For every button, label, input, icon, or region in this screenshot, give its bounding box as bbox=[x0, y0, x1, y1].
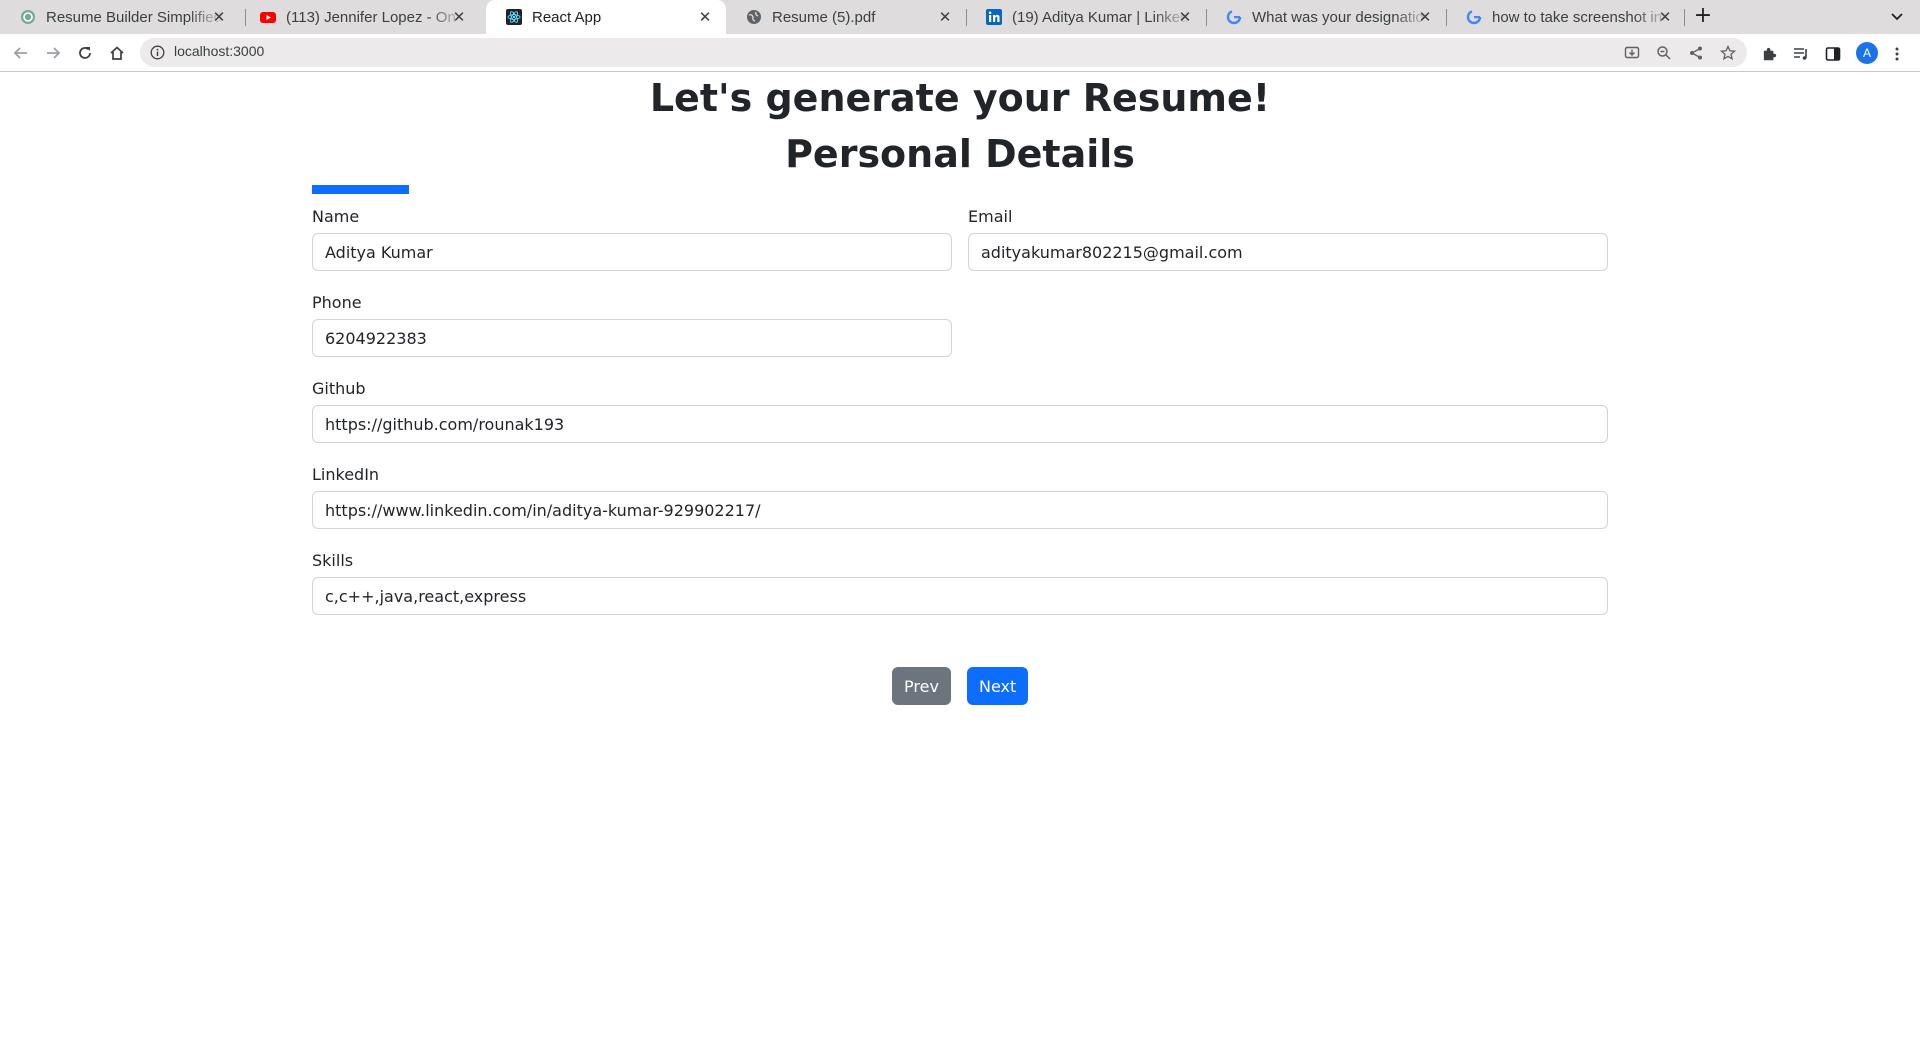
prev-button[interactable]: Prev bbox=[892, 667, 951, 705]
media-queue-icon[interactable] bbox=[1792, 45, 1810, 63]
linkedin-icon bbox=[986, 9, 1002, 25]
github-field: Github bbox=[312, 379, 1608, 443]
google-icon bbox=[1226, 9, 1242, 25]
section-title: Personal Details bbox=[785, 132, 1135, 176]
phone-label: Phone bbox=[312, 293, 362, 312]
address-bar[interactable]: localhost:3000 bbox=[140, 38, 1747, 67]
progress-bar bbox=[312, 185, 1608, 194]
site-info-icon[interactable] bbox=[150, 45, 165, 60]
tab-resume-pdf[interactable]: Resume (5).pdf ✕ bbox=[726, 0, 966, 34]
phone-field: Phone bbox=[312, 293, 952, 357]
name-field: Name bbox=[312, 207, 952, 271]
close-icon[interactable]: ✕ bbox=[211, 8, 227, 26]
skills-input[interactable] bbox=[312, 577, 1608, 615]
linkedin-field: LinkedIn bbox=[312, 465, 1608, 529]
github-input[interactable] bbox=[312, 405, 1608, 443]
name-label: Name bbox=[312, 207, 360, 226]
youtube-icon bbox=[260, 9, 276, 25]
address-text: localhost:3000 bbox=[174, 43, 265, 59]
github-label: Github bbox=[312, 379, 366, 398]
bookmark-star-icon[interactable] bbox=[1720, 45, 1736, 61]
close-icon[interactable]: ✕ bbox=[1177, 8, 1193, 26]
install-app-icon[interactable] bbox=[1624, 45, 1640, 61]
close-icon[interactable]: ✕ bbox=[937, 8, 953, 26]
new-tab-button[interactable]: + bbox=[1691, 5, 1715, 29]
linkedin-input[interactable] bbox=[312, 491, 1608, 529]
back-arrow-icon[interactable] bbox=[11, 43, 31, 63]
email-input[interactable] bbox=[968, 233, 1608, 271]
more-menu-icon[interactable] bbox=[1888, 45, 1906, 63]
linkedin-label: LinkedIn bbox=[312, 465, 380, 484]
extensions-puzzle-icon[interactable] bbox=[1760, 45, 1778, 63]
tab-title: (113) Jennifer Lopez - On bbox=[286, 8, 456, 26]
home-icon[interactable] bbox=[107, 43, 127, 63]
tab-title: Resume Builder Simplified bbox=[46, 8, 222, 26]
close-icon[interactable]: ✕ bbox=[697, 8, 713, 26]
page-heading: Let's generate your Resume! bbox=[649, 76, 1271, 120]
close-icon[interactable]: ✕ bbox=[1657, 8, 1673, 26]
tab-title: Resume (5).pdf bbox=[772, 8, 876, 26]
share-icon[interactable] bbox=[1688, 45, 1704, 61]
google-icon bbox=[1466, 9, 1482, 25]
tab-title: (19) Aditya Kumar | Linked bbox=[1012, 8, 1189, 26]
react-icon bbox=[506, 9, 522, 25]
tab-resume-builder[interactable]: Resume Builder Simplified ✕ bbox=[0, 0, 240, 34]
globe-icon bbox=[746, 9, 762, 25]
reload-icon[interactable] bbox=[75, 43, 95, 63]
close-icon[interactable]: ✕ bbox=[451, 8, 467, 26]
profile-avatar[interactable]: A bbox=[1856, 42, 1878, 64]
tab-youtube[interactable]: (113) Jennifer Lopez - On ✕ bbox=[240, 0, 480, 34]
zoom-icon[interactable] bbox=[1656, 45, 1672, 61]
tab-google-screenshot[interactable]: how to take screenshot in ✕ bbox=[1446, 0, 1686, 34]
progress-fill bbox=[312, 185, 409, 194]
skills-field: Skills bbox=[312, 551, 1608, 615]
next-button[interactable]: Next bbox=[967, 667, 1028, 705]
browser-toolbar: localhost:3000 A bbox=[0, 34, 1920, 72]
phone-input[interactable] bbox=[312, 319, 952, 357]
tab-react-app[interactable]: React App ✕ bbox=[486, 0, 726, 34]
tab-linkedin[interactable]: (19) Aditya Kumar | Linked ✕ bbox=[966, 0, 1206, 34]
email-field: Email bbox=[968, 207, 1608, 271]
tab-title: What was your designatio bbox=[1252, 8, 1424, 26]
tab-strip: Resume Builder Simplified ✕ (113) Jennif… bbox=[0, 0, 1920, 34]
tab-title: how to take screenshot in bbox=[1492, 8, 1663, 26]
side-panel-icon[interactable] bbox=[1824, 45, 1842, 63]
tab-search-chevron-icon[interactable] bbox=[1887, 6, 1907, 26]
forward-arrow-icon[interactable] bbox=[43, 43, 63, 63]
tab-google-designation[interactable]: What was your designatio ✕ bbox=[1206, 0, 1446, 34]
close-icon[interactable]: ✕ bbox=[1417, 8, 1433, 26]
tab-divider bbox=[1684, 9, 1685, 26]
tab-title: React App bbox=[532, 8, 602, 26]
chatgpt-icon bbox=[20, 9, 36, 25]
name-input[interactable] bbox=[312, 233, 952, 271]
email-label: Email bbox=[968, 207, 1013, 226]
skills-label: Skills bbox=[312, 551, 354, 570]
